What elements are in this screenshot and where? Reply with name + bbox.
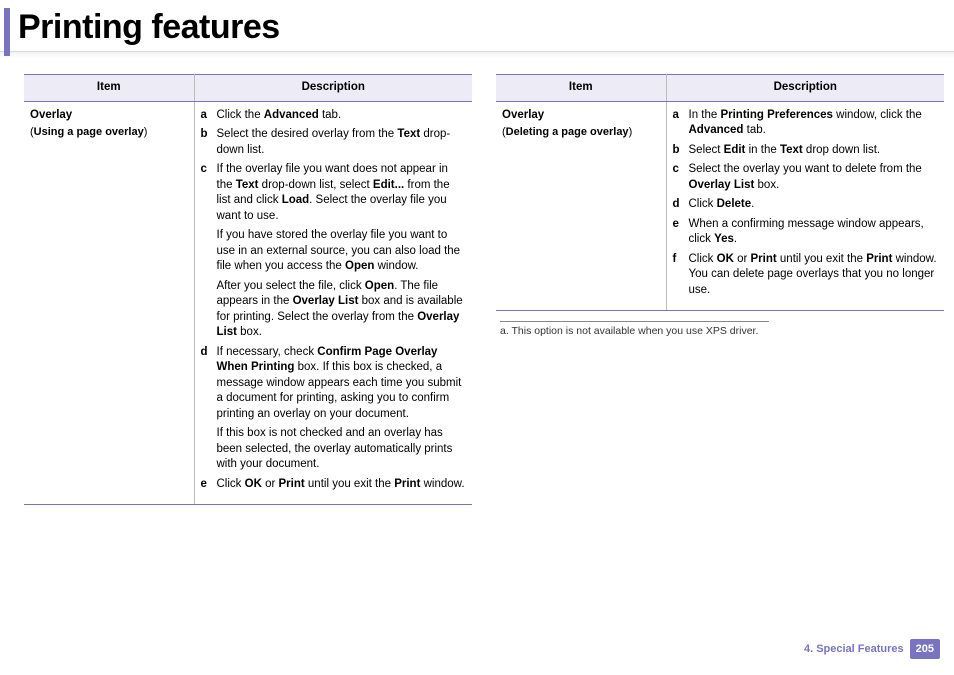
steps-list: a Click the Advanced tab. b Select the d… xyxy=(201,108,467,493)
th-desc: Description xyxy=(194,75,472,102)
step-text: In the Printing Preferences window, clic… xyxy=(689,109,922,137)
left-column: Item Description Overlay (Using a page o… xyxy=(24,74,472,505)
right-table: Item Description Overlay (Deleting a pag… xyxy=(496,74,944,311)
item-title: Overlay xyxy=(30,108,188,124)
left-table: Item Description Overlay (Using a page o… xyxy=(24,74,472,505)
step-c: c Select the overlay you want to delete … xyxy=(673,162,939,193)
item-cell: Overlay (Using a page overlay) xyxy=(24,101,194,505)
section-label: 4. Special Features xyxy=(804,643,904,655)
step-text: When a confirming message window appears… xyxy=(689,218,924,246)
step-c: c If the overlay file you want does not … xyxy=(201,162,467,341)
page-number: 205 xyxy=(910,639,940,659)
step-text: Select the overlay you want to delete fr… xyxy=(689,163,922,191)
steps-list: a In the Printing Preferences window, cl… xyxy=(673,108,939,299)
step-b: b Select the desired overlay from the Te… xyxy=(201,127,467,158)
step-d: d Click Delete. xyxy=(673,197,939,213)
step-para: After you select the file, click Open. T… xyxy=(217,279,467,341)
accent-bar xyxy=(4,8,10,56)
page-title: Printing features xyxy=(0,0,954,51)
step-text: Click OK or Print until you exit the Pri… xyxy=(217,478,465,490)
step-a: a Click the Advanced tab. xyxy=(201,108,467,124)
item-subtitle: (Deleting a page overlay) xyxy=(502,126,632,138)
table-row: Overlay (Deleting a page overlay) a In t… xyxy=(496,101,944,311)
th-item: Item xyxy=(24,75,194,102)
th-item: Item xyxy=(496,75,666,102)
step-text: Click Delete. xyxy=(689,198,755,210)
th-desc: Description xyxy=(666,75,944,102)
page-footer: 4. Special Features 205 xyxy=(804,639,940,659)
desc-cell: a In the Printing Preferences window, cl… xyxy=(666,101,944,311)
table-row: Overlay (Using a page overlay) a Click t… xyxy=(24,101,472,505)
step-text: If necessary, check Confirm Page Overlay… xyxy=(217,346,462,420)
step-text: Click the Advanced tab. xyxy=(217,109,342,121)
page-header: Printing features xyxy=(0,0,954,58)
step-b: b Select Edit in the Text drop down list… xyxy=(673,143,939,159)
step-e: e Click OK or Print until you exit the P… xyxy=(201,477,467,493)
step-f: f Click OK or Print until you exit the P… xyxy=(673,252,939,299)
right-column: Item Description Overlay (Deleting a pag… xyxy=(496,74,944,505)
step-para: If this box is not checked and an overla… xyxy=(217,426,467,473)
step-text: Select the desired overlay from the Text… xyxy=(217,128,451,156)
step-e: e When a confirming message window appea… xyxy=(673,217,939,248)
content: Item Description Overlay (Using a page o… xyxy=(0,58,954,505)
step-text: If the overlay file you want does not ap… xyxy=(217,163,450,222)
step-text: Click OK or Print until you exit the Pri… xyxy=(689,253,937,296)
step-para: If you have stored the overlay file you … xyxy=(217,228,467,275)
header-shadow xyxy=(0,52,954,58)
step-text: Select Edit in the Text drop down list. xyxy=(689,144,881,156)
step-d: d If necessary, check Confirm Page Overl… xyxy=(201,345,467,473)
item-title: Overlay xyxy=(502,108,660,124)
item-cell: Overlay (Deleting a page overlay) xyxy=(496,101,666,311)
footnote: a. This option is not available when you… xyxy=(500,321,769,337)
step-a: a In the Printing Preferences window, cl… xyxy=(673,108,939,139)
item-subtitle: (Using a page overlay) xyxy=(30,126,147,138)
desc-cell: a Click the Advanced tab. b Select the d… xyxy=(194,101,472,505)
